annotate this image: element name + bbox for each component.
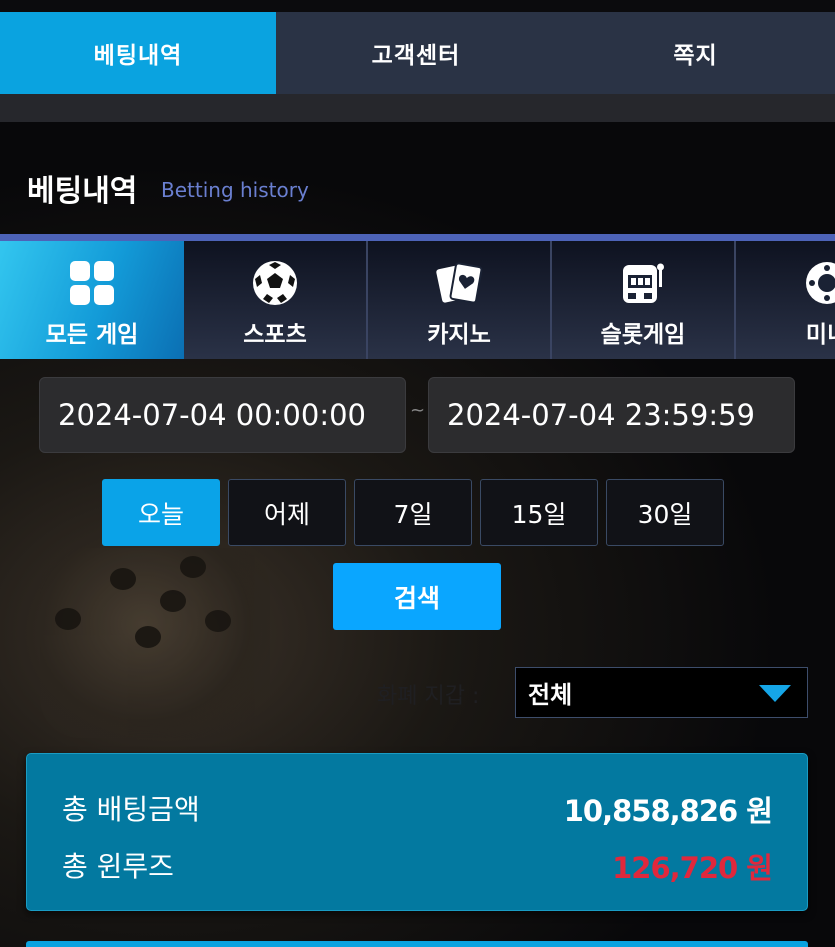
quick-range-today-button[interactable]: 오늘 <box>102 479 220 546</box>
mini-game-icon <box>802 258 835 308</box>
date-range-separator: ~ <box>410 400 426 421</box>
game-tab-all[interactable]: 모든 게임 <box>0 241 184 359</box>
date-from-input[interactable]: 2024-07-04 00:00:00 <box>39 377 406 453</box>
search-button[interactable]: 검색 <box>333 563 501 630</box>
quick-range-7days-button[interactable]: 7일 <box>354 479 472 546</box>
date-to-input[interactable]: 2024-07-04 23:59:59 <box>428 377 795 453</box>
grid-icon <box>67 258 117 308</box>
tab-messages[interactable]: 쪽지 <box>556 12 835 94</box>
game-tab-slots[interactable]: 슬롯게임 <box>552 241 736 359</box>
dice-background-decoration <box>40 548 270 738</box>
total-win-loss-label: 총 윈루즈 <box>62 850 174 883</box>
currency-selected-value: 전체 <box>528 681 573 709</box>
game-tab-label: 미니 <box>805 322 835 348</box>
betting-summary-panel: 총 배팅금액 10,858,826 원 총 윈루즈 126,720 원 <box>26 753 808 911</box>
quick-range-30days-button[interactable]: 30일 <box>606 479 724 546</box>
quick-range-yesterday-button[interactable]: 어제 <box>228 479 346 546</box>
game-tab-label: 카지노 <box>427 322 491 348</box>
page-title: 베팅내역 <box>27 174 138 209</box>
currency-wallet-label: 화폐 지갑 : <box>377 684 480 709</box>
game-tab-label: 슬롯게임 <box>600 322 686 348</box>
game-tab-sports[interactable]: 스포츠 <box>184 241 368 359</box>
game-tab-casino[interactable]: 카지노 <box>368 241 552 359</box>
caret-down-icon <box>759 685 791 702</box>
tab-customer-center[interactable]: 고객센터 <box>276 12 556 94</box>
game-tab-mini[interactable]: 미니 <box>736 241 835 359</box>
total-bet-label: 총 배팅금액 <box>62 793 200 826</box>
soccer-ball-icon <box>250 258 300 308</box>
playing-cards-icon <box>434 258 484 308</box>
game-tab-label: 스포츠 <box>243 322 307 348</box>
top-strip <box>0 0 835 12</box>
tab-betting-history[interactable]: 베팅내역 <box>0 12 276 94</box>
quick-range-15days-button[interactable]: 15일 <box>480 479 598 546</box>
top-tabs: 베팅내역 고객센터 쪽지 <box>0 12 835 94</box>
game-tab-label: 모든 게임 <box>45 322 139 348</box>
slot-machine-icon <box>618 258 668 308</box>
next-panel-edge <box>26 941 808 947</box>
header-divider <box>0 94 835 122</box>
currency-wallet-select[interactable]: 전체 <box>515 667 808 718</box>
total-bet-value: 10,858,826 원 <box>563 794 773 828</box>
game-category-tabs: 모든 게임 스포츠 카지노 슬롯게임 미 <box>0 234 835 359</box>
page-subtitle: Betting history <box>161 178 309 202</box>
total-win-loss-value: 126,720 원 <box>612 851 773 885</box>
